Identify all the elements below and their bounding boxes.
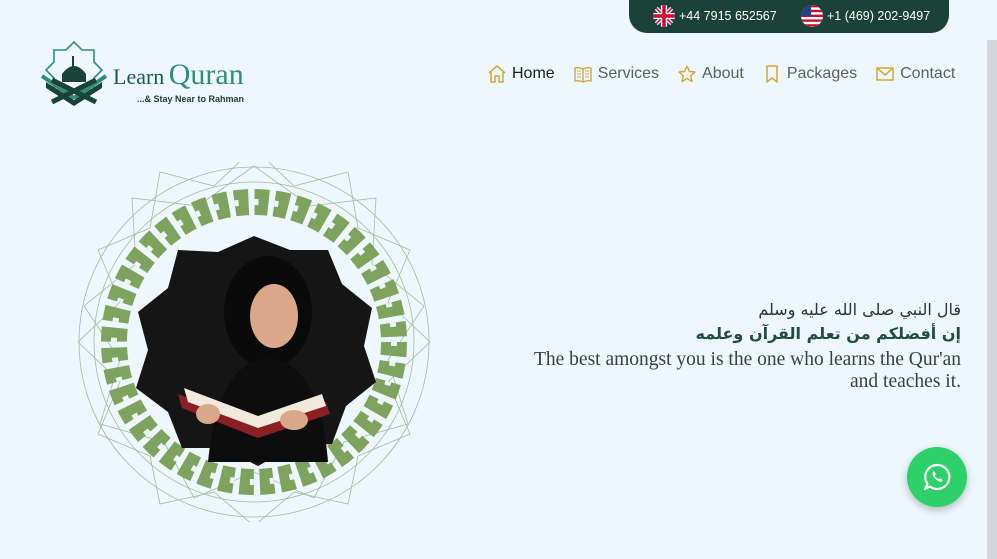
nav-about[interactable]: About: [677, 64, 744, 84]
quote-english-line2: and teaches it.: [850, 371, 961, 392]
nav-services-label: Services: [597, 65, 660, 82]
whatsapp-icon: [923, 463, 951, 491]
quote-english-line1: The best amongst you is the one who lear…: [533, 349, 961, 370]
quote-arabic-attribution: قال النبي صلى الله عليه وسلم: [758, 300, 961, 319]
phone-us-number[interactable]: +1 (469) 202-9497: [827, 5, 930, 27]
nav-about-label: About: [702, 65, 744, 82]
envelope-icon: [876, 67, 894, 81]
book-icon: [573, 66, 592, 83]
logo-quran: Quran: [168, 58, 244, 91]
star-icon: [678, 65, 696, 83]
logo-tagline: ...& Stay Near to Rahman: [137, 94, 245, 104]
quote-english-text: The best amongst you is the one who lear…: [501, 349, 961, 393]
phone-us[interactable]: +1 (469) 202-9497: [801, 5, 930, 27]
mosque-book-logo-icon: [40, 40, 108, 106]
nav-home[interactable]: Home: [487, 64, 555, 84]
bookmark-icon: [766, 65, 778, 83]
nav-home-label: Home: [512, 65, 555, 82]
logo-wordmark: Learn Quran: [113, 58, 244, 92]
whatsapp-button[interactable]: [907, 447, 967, 507]
contact-topbar: +44 7915 652567 +1 (469) 202-9497: [629, 0, 949, 33]
logo-learn: Learn: [113, 64, 165, 89]
hero-image: [58, 147, 450, 527]
phone-uk-number[interactable]: +44 7915 652567: [679, 5, 777, 27]
home-icon: [488, 65, 506, 83]
page-scrollbar[interactable]: [987, 0, 997, 559]
quote-arabic-text: إن أفضلكم من تعلم القرآن وعلمه: [695, 324, 961, 343]
phone-uk[interactable]: +44 7915 652567: [653, 5, 777, 27]
nav-contact[interactable]: Contact: [875, 64, 955, 84]
site-logo[interactable]: Learn Quran ...& Stay Near to Rahman: [38, 40, 253, 110]
uk-flag-icon: [653, 5, 675, 27]
nav-services[interactable]: Services: [573, 64, 659, 84]
nav-packages[interactable]: Packages: [762, 64, 857, 84]
nav-contact-label: Contact: [900, 65, 956, 82]
hadith-quote: قال النبي صلى الله عليه وسلم إن أفضلكم م…: [501, 300, 961, 393]
nav-packages-label: Packages: [786, 65, 858, 82]
main-nav: Home Services About Packages Contact: [487, 63, 955, 85]
us-flag-icon: [801, 5, 823, 27]
